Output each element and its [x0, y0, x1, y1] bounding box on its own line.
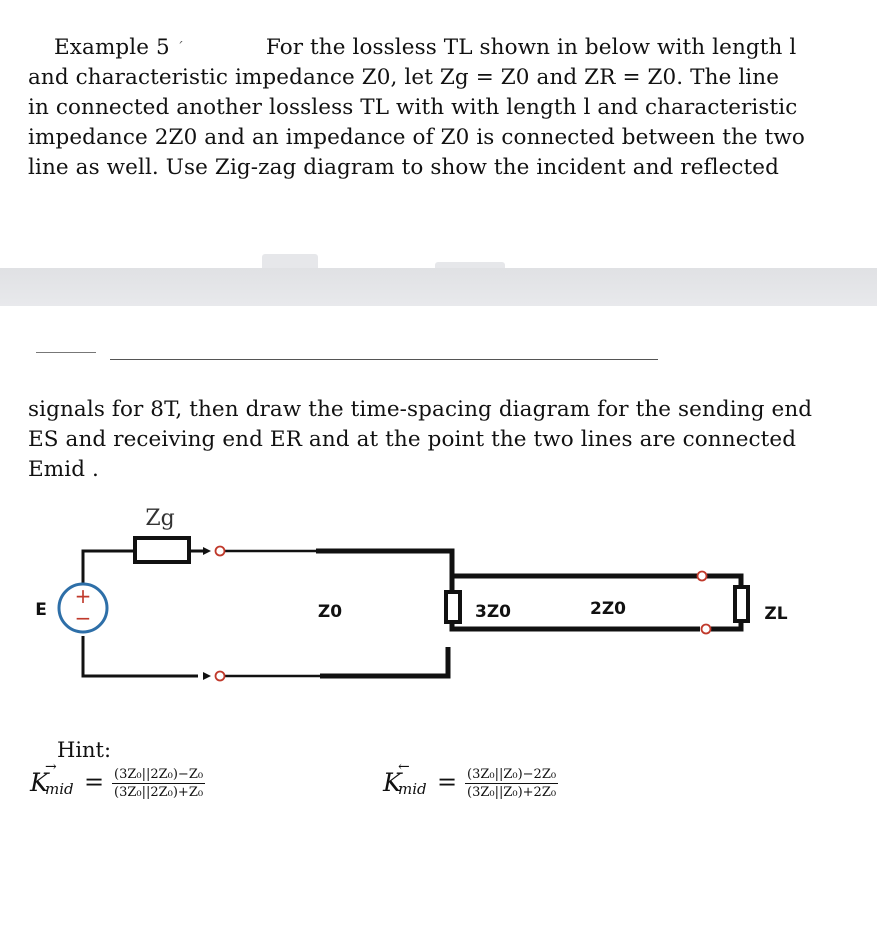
problem-line-8: Emid . [28, 457, 99, 482]
terminal-top-left [214, 545, 226, 557]
fraction: (3Z₀||Z₀)−2Z₀ (3Z₀||Z₀)+2Z₀ [465, 767, 559, 800]
circuit-diagram: + − E Zg Z0 3Z0 2Z0 ZL [35, 506, 788, 682]
arrow-head-bottom [203, 672, 211, 680]
problem-line-5: line as well. Use Zig-zag diagram to sho… [28, 155, 779, 180]
mid-junction-bottom [449, 622, 700, 632]
scan-artifact [262, 254, 318, 268]
problem-text-bottom: signals for 8T, then draw the time-spaci… [28, 395, 836, 485]
terminal-bottom-left [214, 670, 226, 682]
k-backward-equation: K ← mid = (3Z₀||Z₀)−2Z₀ (3Z₀||Z₀)+2Z₀ [383, 759, 623, 818]
scan-mark: ´ [176, 40, 184, 56]
load-label: ZL [764, 604, 787, 624]
problem-line-3: in connected another lossless TL with wi… [28, 95, 798, 120]
scan-band [0, 268, 877, 306]
k-subscript: mid [398, 780, 427, 798]
problem-line-4: impedance 2Z0 and an impedance of Z0 is … [28, 125, 805, 150]
equals-sign: = [437, 768, 458, 796]
denominator: (3Z₀||2Z₀)+Z₀ [114, 785, 204, 800]
k-forward-equation: K → mid = (3Z₀||2Z₀)−Z₀ (3Z₀||2Z₀)+Z₀ [30, 759, 270, 818]
k-subscript: mid [45, 780, 74, 798]
k-arrow: ← [398, 759, 410, 775]
terminal-bottom-right [700, 623, 712, 635]
k-arrow: → [45, 759, 57, 775]
zl-resistor [733, 585, 750, 623]
mid-load-label: 3Z0 [475, 602, 511, 622]
zg-label: Zg [145, 506, 174, 531]
scan-rule [110, 359, 658, 360]
arrow-head-top [203, 547, 211, 555]
wire-source-bottom [81, 636, 198, 678]
problem-line-2: and characteristic impedance Z0, let Zg … [28, 65, 780, 90]
scan-rule [36, 352, 96, 353]
numerator: (3Z₀||2Z₀)−Z₀ [112, 767, 206, 784]
line1-impedance-label: Z0 [318, 602, 342, 622]
terminal-top-right [696, 570, 708, 582]
line2-impedance-label: 2Z0 [590, 599, 626, 619]
hint-title: Hint: [57, 738, 112, 762]
numerator: (3Z₀||Z₀)−2Z₀ [465, 767, 559, 784]
source-plus-sign: + [75, 584, 92, 608]
example-label: Example 5 [54, 35, 170, 60]
line1-bottom-thick [320, 647, 451, 679]
source-minus-sign: − [75, 606, 92, 630]
zg-resistor [133, 536, 191, 564]
equals-sign: = [84, 768, 105, 796]
problem-line-7: ES and receiving end ER and at the point… [28, 427, 797, 452]
source-label: E [35, 600, 47, 620]
line2-bottom-end [711, 623, 744, 632]
mid-load-resistor [444, 590, 462, 624]
problem-line-1: For the lossless TL shown in below with … [265, 35, 797, 60]
mid-junction-top [449, 573, 700, 592]
line1-top-thick [316, 548, 455, 597]
problem-line-6: signals for 8T, then draw the time-spaci… [28, 397, 813, 422]
problem-text-top: Example 5 ´ For the lossless TL shown in … [28, 33, 836, 183]
denominator: (3Z₀||Z₀)+2Z₀ [467, 785, 557, 800]
fraction: (3Z₀||2Z₀)−Z₀ (3Z₀||2Z₀)+Z₀ [112, 767, 206, 800]
